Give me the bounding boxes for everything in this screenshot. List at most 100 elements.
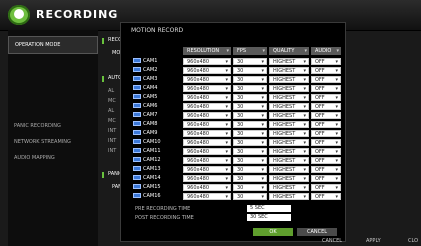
fps-select[interactable]: 30 [233, 112, 267, 120]
camera-label: CAM6 [133, 103, 177, 110]
audio-select[interactable]: OFF [311, 76, 341, 84]
camera-icon [133, 157, 141, 162]
quality-select[interactable]: HIGHEST [269, 148, 309, 156]
fps-select[interactable]: 30 [233, 175, 267, 183]
audio-select[interactable]: OFF [311, 130, 341, 138]
audio-select[interactable]: OFF [311, 112, 341, 120]
quality-select[interactable]: HIGHEST [269, 85, 309, 93]
resolution-select[interactable]: 960x480 [183, 193, 231, 201]
radio-option[interactable]: AL [108, 88, 114, 94]
section-marker-icon [102, 76, 104, 82]
fps-select[interactable]: 30 [233, 148, 267, 156]
menu-item[interactable] [8, 102, 98, 118]
resolution-select[interactable]: 960x480 [183, 103, 231, 111]
header-resolution[interactable]: RESOLUTION [183, 47, 231, 55]
audio-select[interactable]: OFF [311, 184, 341, 192]
close-button[interactable]: CLO [408, 236, 421, 246]
fps-select[interactable]: 30 [233, 94, 267, 102]
resolution-select[interactable]: 960x480 [183, 112, 231, 120]
bottom-cancel-button[interactable]: CANCEL [322, 236, 350, 246]
camera-icon [133, 103, 141, 108]
audio-select[interactable]: OFF [311, 166, 341, 174]
camera-icon [133, 166, 141, 171]
resolution-select[interactable]: 960x480 [183, 175, 231, 183]
menu-item-operation-mode[interactable]: OPERATION MODE [8, 36, 98, 54]
radio-option[interactable]: INT [108, 148, 116, 154]
ok-button[interactable]: OK [253, 228, 293, 236]
resolution-select[interactable]: 960x480 [183, 85, 231, 93]
menu-item-panic-recording[interactable]: PANIC RECORDING [8, 118, 98, 134]
quality-select[interactable]: HIGHEST [269, 184, 309, 192]
quality-select[interactable]: HIGHEST [269, 175, 309, 183]
radio-option[interactable]: MC [108, 98, 116, 104]
header-audio[interactable]: AUDIO [311, 47, 341, 55]
camera-row: CAM8 960x480 30 HIGHEST OFF [121, 120, 345, 129]
cancel-button[interactable]: CANCEL [297, 228, 337, 236]
header-quality[interactable]: QUALITY [269, 47, 309, 55]
quality-select[interactable]: HIGHEST [269, 112, 309, 120]
audio-select[interactable]: OFF [311, 103, 341, 111]
quality-select[interactable]: HIGHEST [269, 157, 309, 165]
resolution-select[interactable]: 960x480 [183, 130, 231, 138]
resolution-select[interactable]: 960x480 [183, 67, 231, 75]
audio-select[interactable]: OFF [311, 193, 341, 201]
audio-select[interactable]: OFF [311, 121, 341, 129]
radio-option[interactable]: MC [108, 118, 116, 124]
audio-select[interactable]: OFF [311, 139, 341, 147]
audio-select[interactable]: OFF [311, 148, 341, 156]
quality-select[interactable]: HIGHEST [269, 76, 309, 84]
apply-button[interactable]: APPLY [366, 236, 390, 246]
resolution-select[interactable]: 960x480 [183, 139, 231, 147]
quality-select[interactable]: HIGHEST [269, 103, 309, 111]
fps-select[interactable]: 30 [233, 184, 267, 192]
pre-recording-select[interactable]: 5 SEC [247, 205, 291, 212]
header-fps[interactable]: FPS [233, 47, 267, 55]
fps-select[interactable]: 30 [233, 103, 267, 111]
resolution-select[interactable]: 960x480 [183, 94, 231, 102]
resolution-select[interactable]: 960x480 [183, 157, 231, 165]
left-menu: OPERATION MODE PANIC RECORDING NETWORK S… [8, 30, 98, 246]
camera-row: CAM10 960x480 30 HIGHEST OFF [121, 138, 345, 147]
fps-select[interactable]: 30 [233, 166, 267, 174]
fps-select[interactable]: 30 [233, 139, 267, 147]
resolution-select[interactable]: 960x480 [183, 148, 231, 156]
fps-select[interactable]: 30 [233, 85, 267, 93]
audio-select[interactable]: OFF [311, 85, 341, 93]
camera-row: CAM11 960x480 30 HIGHEST OFF [121, 147, 345, 156]
resolution-select[interactable]: 960x480 [183, 76, 231, 84]
post-recording-select[interactable]: 30 SEC [247, 214, 291, 221]
resolution-select[interactable]: 960x480 [183, 184, 231, 192]
camera-label: CAM8 [133, 121, 177, 128]
menu-item[interactable] [8, 70, 98, 86]
resolution-select[interactable]: 960x480 [183, 166, 231, 174]
resolution-select[interactable]: 960x480 [183, 58, 231, 66]
menu-item-audio-mapping[interactable]: AUDIO MAPPING [8, 150, 98, 166]
audio-select[interactable]: OFF [311, 175, 341, 183]
fps-select[interactable]: 30 [233, 130, 267, 138]
quality-select[interactable]: HIGHEST [269, 139, 309, 147]
fps-select[interactable]: 30 [233, 76, 267, 84]
fps-select[interactable]: 30 [233, 157, 267, 165]
quality-select[interactable]: HIGHEST [269, 193, 309, 201]
fps-select[interactable]: 30 [233, 67, 267, 75]
menu-item[interactable] [8, 54, 98, 70]
resolution-select[interactable]: 960x480 [183, 121, 231, 129]
quality-select[interactable]: HIGHEST [269, 58, 309, 66]
menu-item-network-streaming[interactable]: NETWORK STREAMING [8, 134, 98, 150]
quality-select[interactable]: HIGHEST [269, 94, 309, 102]
fps-select[interactable]: 30 [233, 193, 267, 201]
quality-select[interactable]: HIGHEST [269, 130, 309, 138]
audio-select[interactable]: OFF [311, 157, 341, 165]
quality-select[interactable]: HIGHEST [269, 121, 309, 129]
fps-select[interactable]: 30 [233, 121, 267, 129]
audio-select[interactable]: OFF [311, 58, 341, 66]
audio-select[interactable]: OFF [311, 94, 341, 102]
quality-select[interactable]: HIGHEST [269, 67, 309, 75]
menu-item[interactable] [8, 86, 98, 102]
fps-select[interactable]: 30 [233, 58, 267, 66]
radio-option[interactable]: AL [108, 108, 114, 114]
radio-option[interactable]: INT [108, 128, 116, 134]
radio-option[interactable]: INT [108, 138, 116, 144]
audio-select[interactable]: OFF [311, 67, 341, 75]
quality-select[interactable]: HIGHEST [269, 166, 309, 174]
